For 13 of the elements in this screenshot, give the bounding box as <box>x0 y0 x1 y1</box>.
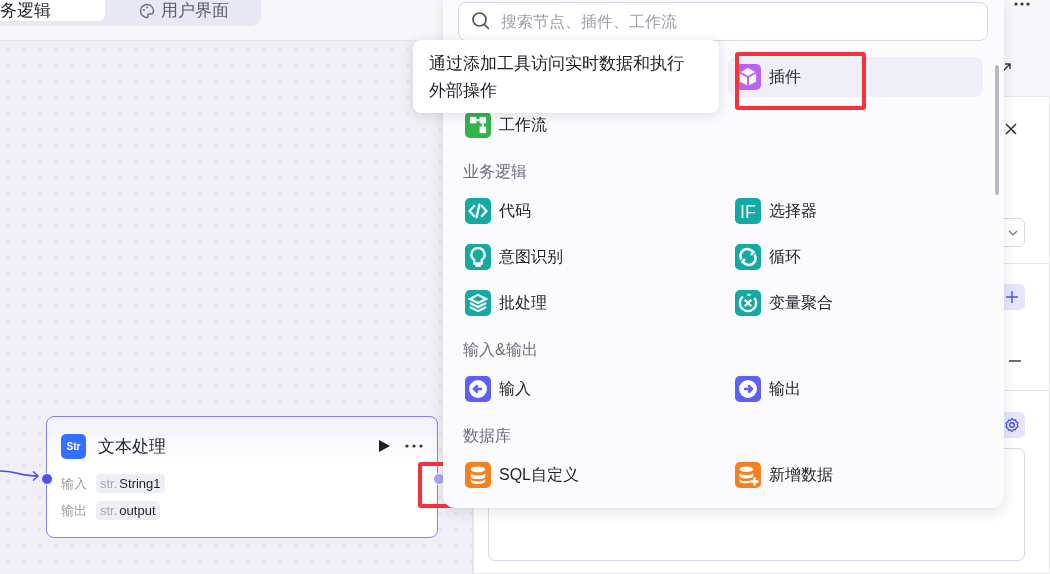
param-name: output <box>119 503 156 518</box>
section-title: 输入&输出 <box>462 340 539 360</box>
section-title: 业务逻辑 <box>462 162 528 182</box>
node-title: 文本处理 <box>98 435 167 458</box>
type-label: str. <box>100 476 118 491</box>
param-label: 输出 <box>61 501 87 520</box>
param-name: String1 <box>119 476 161 491</box>
if-icon: IF <box>735 198 761 224</box>
type-label: str. <box>100 503 118 518</box>
tooltip: 通过添加工具访问实时数据和执行外部操作 <box>413 40 719 113</box>
param-label: 输入 <box>61 474 87 493</box>
text-node-icon: Str <box>61 433 86 459</box>
section-title: 数据库 <box>462 426 512 446</box>
